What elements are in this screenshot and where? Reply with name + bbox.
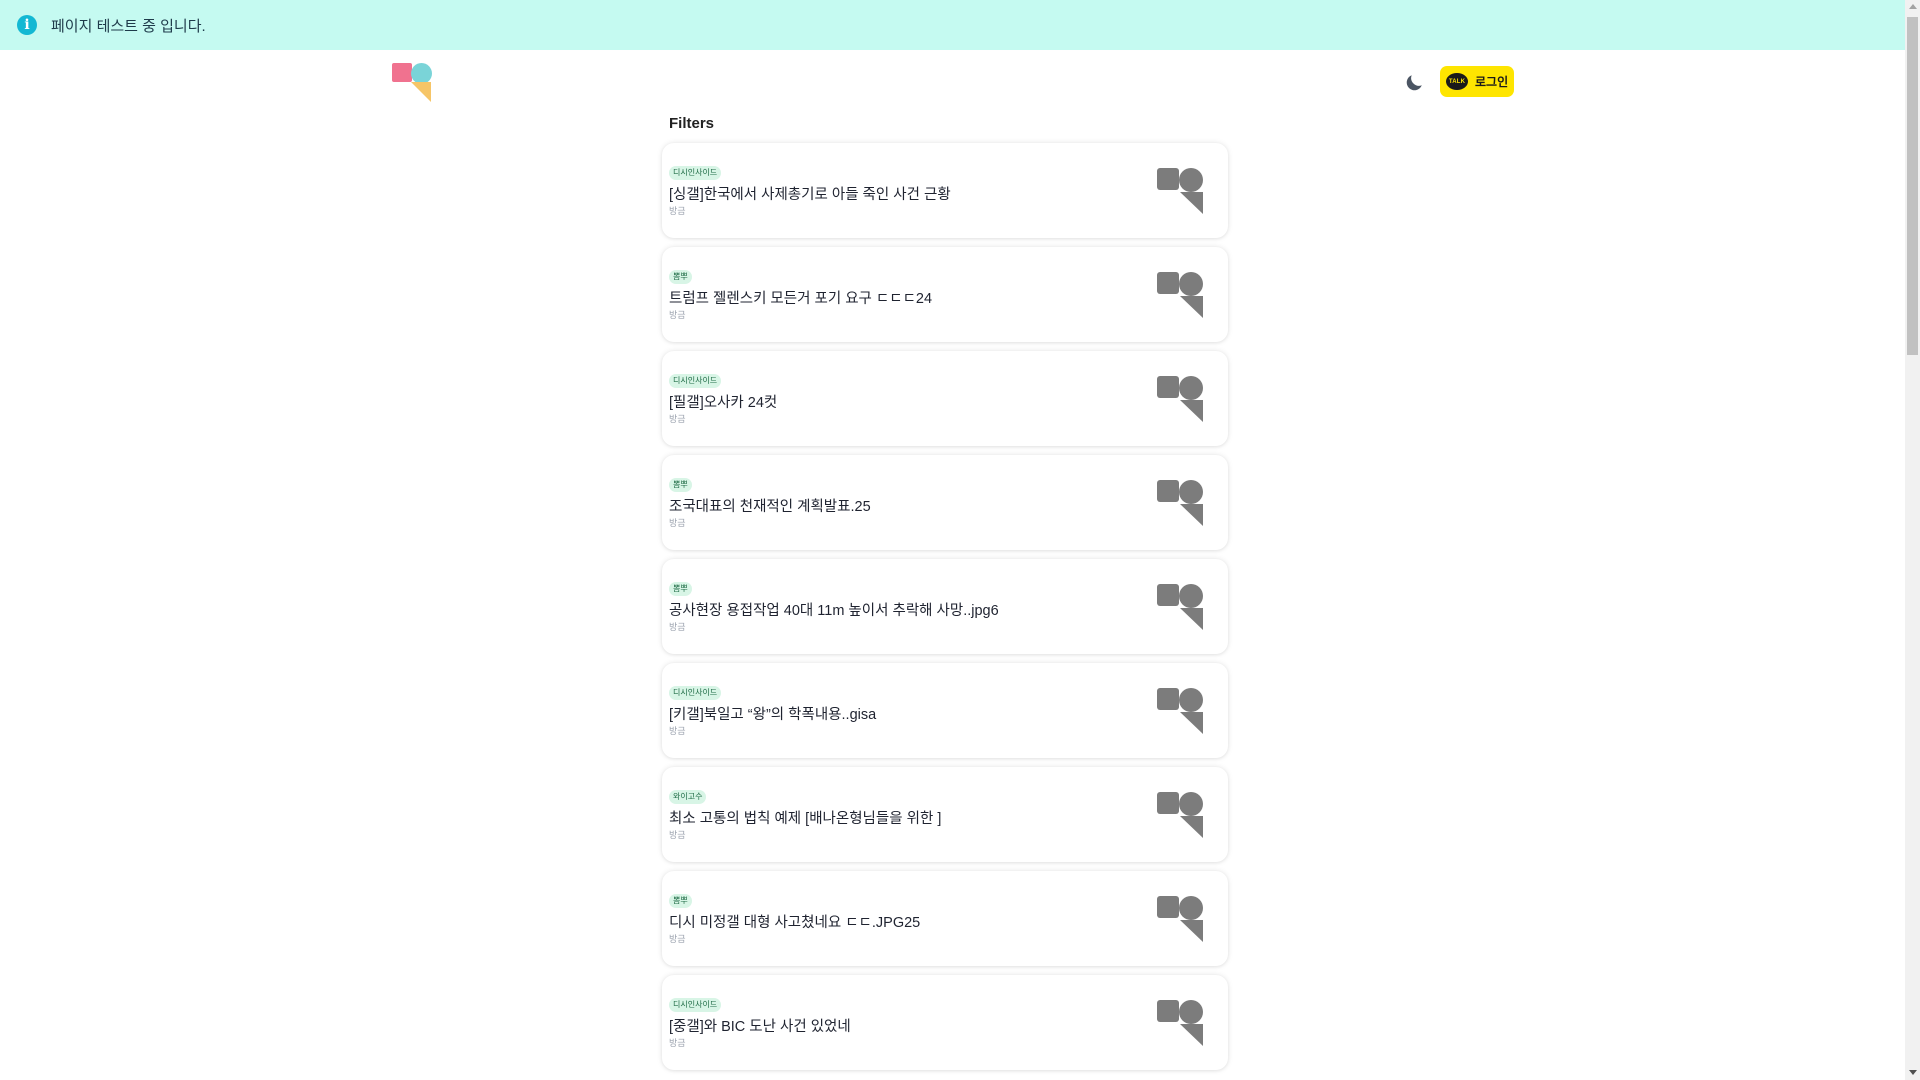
post-title[interactable]: [싱갤]한국에서 사제총기로 아들 죽인 사건 근황	[669, 183, 951, 204]
source-badge: 뽐뿌	[669, 894, 692, 908]
thumb-triangle	[1180, 1024, 1203, 1046]
post-card[interactable]: 디시인사이드 [싱갤]한국에서 사제총기로 아들 죽인 사건 근황방금	[662, 143, 1228, 238]
post-time: 방금	[669, 726, 686, 736]
thumb-circle	[1179, 376, 1203, 400]
thumb-square	[1157, 584, 1179, 606]
thumb-square	[1157, 480, 1179, 502]
logo-triangle	[411, 82, 431, 102]
source-badge: 뽐뿌	[669, 270, 692, 284]
banner-text: 페이지 테스트 중 입니다.	[51, 17, 206, 35]
scroll-down-arrow[interactable]	[1909, 1070, 1917, 1075]
scrollbar-thumb[interactable]	[1907, 17, 1918, 355]
info-icon: i	[17, 15, 37, 35]
source-badge: 디시인사이드	[669, 686, 722, 700]
thumb-triangle	[1180, 400, 1203, 422]
thumb-circle	[1179, 1000, 1203, 1024]
thumbnail-placeholder-icon	[1157, 272, 1207, 320]
source-badge: 디시인사이드	[669, 374, 722, 388]
thumbnail-placeholder-icon	[1157, 168, 1207, 216]
post-time: 방금	[669, 1038, 686, 1048]
thumb-square	[1157, 168, 1179, 190]
post-time: 방금	[669, 414, 686, 424]
thumbnail-placeholder-icon	[1157, 480, 1207, 528]
post-card[interactable]: 뽐뿌조국대표의 천재적인 계획발표.25 방금	[662, 455, 1228, 550]
post-time: 방금	[669, 622, 686, 632]
thumbnail-placeholder-icon	[1157, 584, 1207, 632]
logo-circle	[411, 63, 432, 84]
post-time: 방금	[669, 310, 686, 320]
source-badge: 와이고수	[669, 790, 707, 804]
info-banner: i 페이지 테스트 중 입니다.	[0, 0, 1905, 50]
thumb-triangle	[1180, 608, 1203, 630]
source-badge: 디시인사이드	[669, 998, 722, 1012]
post-title[interactable]: 최소 고통의 법칙 예제 [배나온형님들을 위한 ]	[669, 807, 941, 828]
filters-heading[interactable]: Filters	[669, 115, 714, 132]
kakao-login-button[interactable]: TALK 로그인	[1440, 66, 1514, 97]
post-card[interactable]: 디시인사이드 [필갤]오사카 24컷방금	[662, 351, 1228, 446]
thumb-circle	[1179, 896, 1203, 920]
thumb-triangle	[1180, 192, 1203, 214]
post-card[interactable]: 디시인사이드 [키갤]북일고 “왕”의 학폭내용..gisa 방금	[662, 663, 1228, 758]
logo-square	[392, 63, 412, 82]
thumb-circle	[1179, 168, 1203, 192]
post-title[interactable]: 트럼프 젤렌스키 모든거 포기 요구 ㄷㄷㄷ24	[669, 287, 932, 308]
post-time: 방금	[669, 830, 686, 840]
thumbnail-placeholder-icon	[1157, 376, 1207, 424]
post-title[interactable]: [필갤]오사카 24컷	[669, 391, 777, 412]
thumbnail-placeholder-icon	[1157, 688, 1207, 736]
thumb-triangle	[1180, 296, 1203, 318]
source-badge: 뽐뿌	[669, 582, 692, 596]
thumb-circle	[1179, 792, 1203, 816]
page: i 페이지 테스트 중 입니다. TALK 로그인 Filters 디시인사이드…	[0, 0, 1920, 1080]
scrollbar[interactable]	[1905, 0, 1920, 1080]
post-time: 방금	[669, 206, 686, 216]
thumb-triangle	[1180, 712, 1203, 734]
post-card[interactable]: 와이고수최소 고통의 법칙 예제 [배나온형님들을 위한 ] 방금	[662, 767, 1228, 862]
post-card[interactable]: 디시인사이드 [중갤]와 BIC 도난 사건 있었네방금	[662, 975, 1228, 1070]
post-title[interactable]: [키갤]북일고 “왕”의 학폭내용..gisa	[669, 703, 876, 724]
post-time: 방금	[669, 934, 686, 944]
thumb-square	[1157, 376, 1179, 398]
post-title[interactable]: 조국대표의 천재적인 계획발표.25	[669, 495, 871, 516]
post-title[interactable]: 공사현장 용접작업 40대 11m 높이서 추락해 사망..jpg6	[669, 599, 999, 620]
thumbnail-placeholder-icon	[1157, 792, 1207, 840]
thumbnail-placeholder-icon	[1157, 1000, 1207, 1048]
post-time: 방금	[669, 518, 686, 528]
thumb-circle	[1179, 272, 1203, 296]
thumb-triangle	[1180, 920, 1203, 942]
scroll-up-arrow[interactable]	[1909, 4, 1917, 9]
source-badge: 뽐뿌	[669, 478, 692, 492]
moon-icon[interactable]	[1403, 72, 1425, 94]
thumb-triangle	[1180, 504, 1203, 526]
source-badge: 디시인사이드	[669, 166, 722, 180]
post-title[interactable]: [중갤]와 BIC 도난 사건 있었네	[669, 1015, 851, 1036]
thumb-square	[1157, 272, 1179, 294]
post-card[interactable]: 뽐뿌공사현장 용접작업 40대 11m 높이서 추락해 사망..jpg6 방금	[662, 559, 1228, 654]
post-feed: 디시인사이드 [싱갤]한국에서 사제총기로 아들 죽인 사건 근황 방금 뽐뿌 트럼프 …	[662, 143, 1228, 1079]
thumb-square	[1157, 688, 1179, 710]
thumb-square	[1157, 792, 1179, 814]
thumb-square	[1157, 1000, 1179, 1022]
thumb-square	[1157, 896, 1179, 918]
post-card[interactable]: 뽐뿌디시 미정갤 대형 사고쳤네요 ㄷㄷ.JPG25 방금	[662, 871, 1228, 966]
thumb-circle	[1179, 480, 1203, 504]
post-card[interactable]: 뽐뿌트럼프 젤렌스키 모든거 포기 요구 ㄷㄷㄷ24 방금	[662, 247, 1228, 342]
thumbnail-placeholder-icon	[1157, 896, 1207, 944]
thumb-circle	[1179, 584, 1203, 608]
kakao-talk-icon: TALK	[1446, 73, 1468, 90]
post-title[interactable]: 디시 미정갤 대형 사고쳤네요 ㄷㄷ.JPG25	[669, 911, 920, 932]
thumb-triangle	[1180, 816, 1203, 838]
login-label: 로그인	[1475, 75, 1509, 89]
app-logo[interactable]	[391, 61, 435, 103]
thumb-circle	[1179, 688, 1203, 712]
